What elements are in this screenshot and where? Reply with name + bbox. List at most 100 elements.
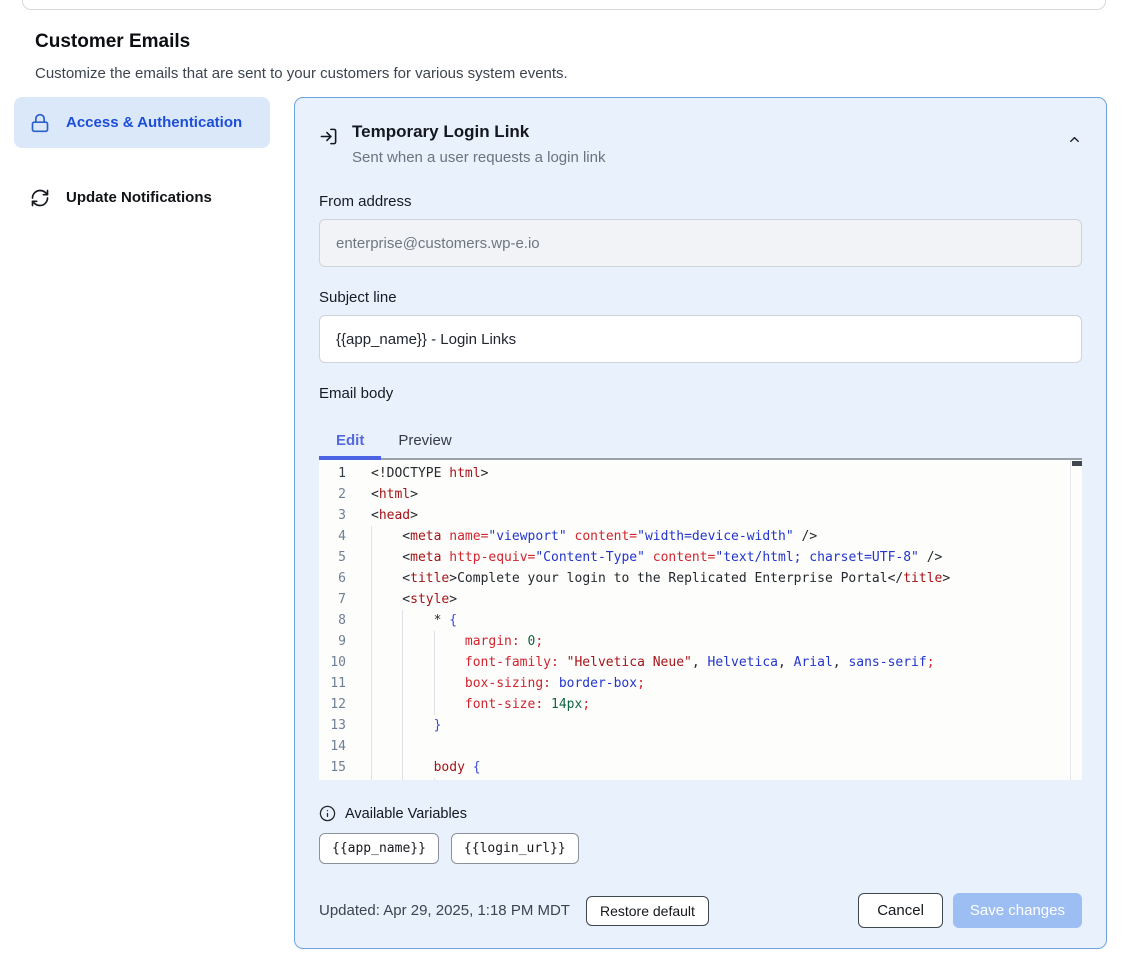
sidebar-item-access-authentication[interactable]: Access & Authentication (14, 97, 270, 148)
email-body-label: Email body (319, 385, 1082, 402)
line-number: 2 (319, 484, 355, 505)
panel-header: Temporary Login Link Sent when a user re… (319, 122, 1082, 166)
panel-title: Temporary Login Link (352, 122, 605, 142)
code-line: 5<meta http-equiv="Content-Type" content… (319, 547, 1082, 568)
main-content: Access & Authentication Update Notificat… (0, 97, 1128, 949)
indent-guide (371, 526, 402, 547)
line-number: 6 (319, 568, 355, 589)
indent-guide (402, 652, 433, 673)
indent-guide (434, 652, 465, 673)
indent-guide (402, 778, 433, 780)
subject-line-label: Subject line (319, 289, 1082, 306)
log-in-icon (319, 127, 338, 146)
indent-guide (402, 673, 433, 694)
indent-guide (371, 631, 402, 652)
line-number: 10 (319, 652, 355, 673)
code-line: 16background-color: #ffffff; (319, 778, 1082, 780)
panel-footer: Updated: Apr 29, 2025, 1:18 PM MDT Resto… (319, 893, 1082, 928)
indent-guide (371, 589, 402, 610)
sidebar-item-update-notifications[interactable]: Update Notifications (14, 172, 270, 223)
code-line: 6<title>Complete your login to the Repli… (319, 568, 1082, 589)
collapse-button[interactable] (1067, 132, 1082, 150)
tab-edit[interactable]: Edit (319, 422, 381, 458)
line-number: 11 (319, 673, 355, 694)
panel-header-text: Temporary Login Link Sent when a user re… (352, 122, 605, 166)
email-settings-panel: Temporary Login Link Sent when a user re… (294, 97, 1107, 949)
indent-guide (371, 694, 402, 715)
indent-guide (434, 673, 465, 694)
previous-card-bottom-edge (22, 0, 1106, 10)
indent-guide (402, 694, 433, 715)
sidebar: Access & Authentication Update Notificat… (14, 97, 270, 224)
editor-scrollbar[interactable] (1070, 460, 1082, 780)
lock-icon (30, 113, 50, 133)
indent-guide (402, 610, 433, 631)
save-changes-button[interactable]: Save changes (953, 893, 1082, 928)
line-number: 15 (319, 757, 355, 778)
line-number: 4 (319, 526, 355, 547)
code-area[interactable]: 1<!DOCTYPE html>2<html>3<head>4<meta nam… (319, 460, 1082, 780)
scrollbar-thumb[interactable] (1072, 461, 1082, 466)
code-line: 1<!DOCTYPE html> (319, 463, 1082, 484)
code-line: 13} (319, 715, 1082, 736)
available-variables-label: Available Variables (345, 806, 467, 822)
tab-preview[interactable]: Preview (381, 422, 468, 458)
email-body-tabs: Edit Preview (319, 422, 1082, 458)
indent-guide (402, 736, 433, 757)
code-line: 9margin: 0; (319, 631, 1082, 652)
indent-guide (402, 757, 433, 778)
indent-guide (371, 715, 402, 736)
from-address-input (319, 219, 1082, 267)
variable-chip-login-url[interactable]: {{login_url}} (451, 833, 579, 864)
indent-guide (434, 631, 465, 652)
indent-guide (371, 736, 402, 757)
sidebar-item-label: Update Notifications (66, 186, 212, 209)
subject-line-input[interactable] (319, 315, 1082, 363)
code-line: 10font-family: "Helvetica Neue", Helveti… (319, 652, 1082, 673)
line-number: 12 (319, 694, 355, 715)
variable-chips: {{app_name}} {{login_url}} (319, 833, 1082, 864)
indent-guide (371, 778, 402, 780)
line-number: 16 (319, 778, 355, 780)
line-number: 9 (319, 631, 355, 652)
code-line: 14 (319, 736, 1082, 757)
code-line: 2<html> (319, 484, 1082, 505)
chevron-up-icon (1067, 132, 1082, 150)
restore-default-button[interactable]: Restore default (586, 896, 709, 926)
line-number: 8 (319, 610, 355, 631)
page-header: Customer Emails Customize the emails tha… (0, 31, 1128, 82)
info-icon (319, 805, 336, 822)
page-subtitle: Customize the emails that are sent to yo… (35, 65, 1093, 82)
refresh-icon (30, 188, 50, 208)
line-number: 14 (319, 736, 355, 757)
updated-timestamp: Updated: Apr 29, 2025, 1:18 PM MDT (319, 902, 570, 919)
line-number: 3 (319, 505, 355, 526)
line-number: 1 (319, 463, 355, 484)
indent-guide (371, 652, 402, 673)
indent-guide (371, 757, 402, 778)
indent-guide (371, 568, 402, 589)
code-line: 11box-sizing: border-box; (319, 673, 1082, 694)
code-line: 12font-size: 14px; (319, 694, 1082, 715)
code-line: 4<meta name="viewport" content="width=de… (319, 526, 1082, 547)
line-number: 5 (319, 547, 355, 568)
variable-chip-app-name[interactable]: {{app_name}} (319, 833, 439, 864)
indent-guide (434, 778, 465, 780)
indent-guide (371, 547, 402, 568)
code-editor[interactable]: 1<!DOCTYPE html>2<html>3<head>4<meta nam… (319, 458, 1082, 780)
panel-subtitle: Sent when a user requests a login link (352, 149, 605, 166)
from-address-label: From address (319, 193, 1082, 210)
footer-actions: Cancel Save changes (858, 893, 1082, 928)
indent-guide (371, 610, 402, 631)
available-variables-header: Available Variables (319, 805, 1082, 822)
indent-guide (371, 673, 402, 694)
page-title: Customer Emails (35, 31, 1093, 53)
indent-guide (402, 715, 433, 736)
cancel-button[interactable]: Cancel (858, 893, 943, 928)
code-line: 8* { (319, 610, 1082, 631)
code-line: 7<style> (319, 589, 1082, 610)
code-line: 15body { (319, 757, 1082, 778)
indent-guide (434, 694, 465, 715)
sidebar-item-label: Access & Authentication (66, 111, 242, 134)
line-number: 13 (319, 715, 355, 736)
